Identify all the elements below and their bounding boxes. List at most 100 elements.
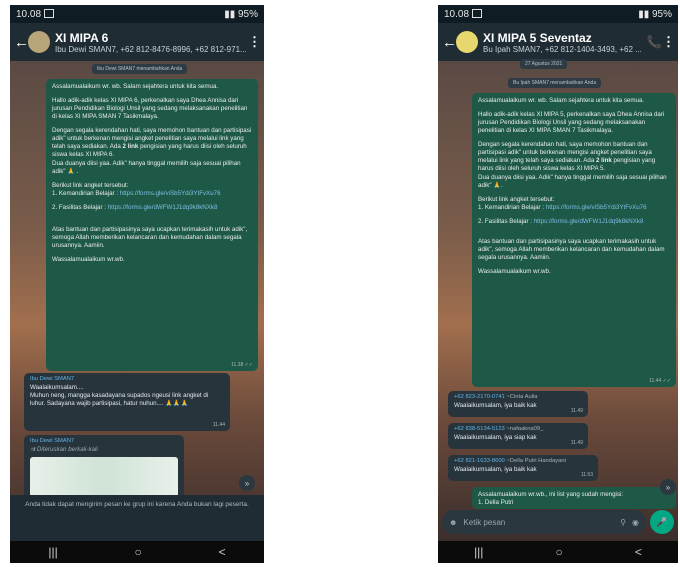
message-placeholder: Ketik pesan <box>463 517 506 527</box>
system-message: Ibu Dewi SMAN7 menambahkan Anda <box>92 64 188 74</box>
forwarded-image-preview[interactable] <box>30 456 178 497</box>
list-intro: Assalamualaikum wr.wb., ini list yang su… <box>478 491 624 498</box>
outgoing-message[interactable]: Assalamualaikum wr. wb. Salam sejahtera … <box>46 79 258 371</box>
reply-message[interactable]: +62 821-1633-8600 ~Della Putri Handayani… <box>448 455 598 481</box>
phone-screen-right: 10.08 ▮▮ 95% ← XI MIPA 5 Seventaz Bu Ipa… <box>438 5 678 563</box>
recent-apps-icon[interactable]: ||| <box>48 545 57 559</box>
chat-area[interactable]: Ibu Dewi SMAN7 menambahkan Anda Assalamu… <box>10 61 264 541</box>
group-avatar[interactable] <box>28 31 50 53</box>
signal-icon: ▮▮ <box>224 8 238 20</box>
chat-title-area[interactable]: XI MIPA 5 Seventaz Bu Ipah SMAN7, +62 81… <box>483 31 646 54</box>
more-menu-icon[interactable]: ⋮ <box>248 34 261 50</box>
reply-sender-number: +62 838-5134-5123 <box>454 426 505 432</box>
call-icon[interactable]: 📞 <box>646 35 662 49</box>
group-members: Bu Ipah SMAN7, +62 812-1404-3493, +62 ..… <box>483 44 642 54</box>
home-icon[interactable]: ○ <box>135 545 142 559</box>
msg-request-c: Dua duanya diisi yaa. Adik" hanya tingga… <box>478 173 667 189</box>
chat-header: ← XI MIPA 5 Seventaz Bu Ipah SMAN7, +62 … <box>438 23 678 61</box>
reply-message[interactable]: +62 838-5134-5123 ~nafaakna09_ Waalaikum… <box>448 423 588 449</box>
chat-area[interactable]: 27 Agustus 2021 Bu Ipah SMAN7 menambahka… <box>438 59 678 541</box>
msg-greeting: Assalamualaikum wr. wb. Salam sejahtera … <box>478 97 645 104</box>
forwarded-text: Diteruskan berkali-kali <box>36 445 98 453</box>
mic-icon[interactable]: 🎤 <box>650 510 674 534</box>
emoji-icon[interactable]: ☻ <box>449 518 457 527</box>
forwarded-message[interactable]: Ibu Dewi SMAN7 ⇉ Diteruskan berkali-kali <box>24 435 184 499</box>
sender-name: Ibu Dewi SMAN7 <box>30 376 75 382</box>
scroll-down-icon[interactable]: » <box>239 475 255 491</box>
msg-request-bold: 2 link <box>595 157 612 165</box>
link-fasilitas[interactable]: https://forms.gle/dWFW1J1dq9k8kNXk8 <box>534 218 644 225</box>
outgoing-message[interactable]: Assalamualaikum wr. wb. Salam sejahtera … <box>472 93 676 387</box>
reply-text: Waalaikumsalam, iya baik kak <box>454 465 537 473</box>
back-arrow-icon[interactable]: ← <box>14 34 29 51</box>
message-input[interactable]: ☻ Ketik pesan ⚲ ◉ <box>442 510 646 534</box>
group-avatar[interactable] <box>456 31 478 53</box>
camera-icon[interactable]: ◉ <box>632 518 639 527</box>
reply-sender-alias: ~Della Putri Handayani <box>506 458 566 464</box>
notification-icon <box>472 9 483 19</box>
status-bar: 10.08 ▮▮ 95% <box>438 5 678 23</box>
msg-closing: Wassalamualaikum wr.wb. <box>52 256 125 263</box>
recent-apps-icon[interactable]: ||| <box>474 545 483 559</box>
group-title: XI MIPA 5 Seventaz <box>483 30 592 45</box>
msg-request-c: Dua duanya diisi yaa. Adik" hanya tingga… <box>52 159 241 175</box>
back-nav-icon[interactable]: < <box>635 545 642 559</box>
home-icon[interactable]: ○ <box>556 545 563 559</box>
forward-sender: Ibu Dewi SMAN7 <box>30 438 75 444</box>
group-members: Ibu Dewi SMAN7, +62 812-8476-8996, +62 8… <box>55 44 247 54</box>
msg-link2: 2. Fasilitas Belajar : https://forms.gle… <box>52 204 252 212</box>
msg-link2: 2. Fasilitas Belajar : https://forms.gle… <box>478 218 670 226</box>
reply-sender-alias: ~Cinta Aulia <box>506 394 538 400</box>
reply-sender: +62 838-5134-5123 ~nafaakna09_ <box>454 426 582 434</box>
msg-intro: Hallo adik-adik kelas XI MIPA 5, perkena… <box>478 111 665 135</box>
removed-notice: Anda tidak dapat mengirim pesan ke grup … <box>10 495 264 541</box>
msg-intro: Hallo adik-adik kelas XI MIPA 6, perkena… <box>52 97 248 121</box>
status-time: 10.08 <box>444 8 470 20</box>
phone-screen-left: 10.08 ▮▮ 95% ← XI MIPA 6 Ibu Dewi SMAN7,… <box>10 5 264 563</box>
reply-time: 11.49 <box>570 407 583 414</box>
link-kemandirian[interactable]: https://forms.gle/viSb5Ydi3YtFvXu76 <box>120 190 221 197</box>
reply-text: Waalaikumsalam, iya baik kak <box>454 401 537 409</box>
forward-icon: ⇉ <box>30 445 37 453</box>
msg-request-bold: 2 link <box>122 143 139 151</box>
msg-links: Berikut link angket tersebut: 1. Kemandir… <box>478 196 670 212</box>
incoming-message[interactable]: Ibu Dewi SMAN7 Waalaikumsalam.... Muhun … <box>24 373 230 431</box>
reply-time: 11.53 <box>580 471 593 478</box>
more-menu-icon[interactable]: ⋮ <box>662 34 675 50</box>
attach-icon[interactable]: ⚲ <box>620 518 626 527</box>
link-kemandirian[interactable]: https://forms.gle/viSb5Ydi3YtFvXu76 <box>546 204 647 211</box>
link1-label: 1. Kemandirian Belajar : <box>478 203 546 211</box>
link2-label: 2. Fasilitas Belajar : <box>52 203 108 211</box>
reply-text: Waalaikumsalam, iya siap kak <box>454 433 537 441</box>
reply-sender-alias: ~nafaakna09_ <box>506 426 544 432</box>
signal-icon: ▮▮ <box>638 8 652 20</box>
battery-level: 95% <box>651 8 672 20</box>
battery-level: 95% <box>237 8 258 20</box>
message-input-bar: ☻ Ketik pesan ⚲ ◉ 🎤 <box>442 509 674 535</box>
msg-greeting: Assalamualaikum wr. wb. Salam sejahtera … <box>52 83 219 90</box>
msg-thanks: Atas bantuan dan partisipasinya saya uca… <box>52 225 248 249</box>
status-bar: 10.08 ▮▮ 95% <box>10 5 264 23</box>
reply-sender: +62 823-2170-0741 ~Cinta Aulia <box>454 394 582 402</box>
msg-links: Berikut link angket tersebut: 1. Kemandir… <box>52 182 252 198</box>
msg-request: Dengan segala kerendahan hati, saya memo… <box>478 141 670 189</box>
reply-sender: +62 821-1633-8600 ~Della Putri Handayani <box>454 458 592 466</box>
link-fasilitas[interactable]: https://forms.gle/dWFW1J1dq9k8kNXk8 <box>108 204 218 211</box>
scroll-down-icon[interactable]: » <box>660 479 676 495</box>
reply-greeting: Waalaikumsalam.... <box>30 383 84 391</box>
chat-title-area[interactable]: XI MIPA 6 Ibu Dewi SMAN7, +62 812-8476-8… <box>55 31 248 54</box>
reply-text: Muhun neng, mangga kasadayana supados ng… <box>30 391 209 407</box>
links-intro: Berikut link angket tersebut: <box>478 195 555 203</box>
status-time: 10.08 <box>16 8 42 20</box>
list-first-item: 1. Della Putri <box>478 499 514 507</box>
back-arrow-icon[interactable]: ← <box>442 34 457 51</box>
reply-sender-number: +62 823-2170-0741 <box>454 394 505 400</box>
back-nav-icon[interactable]: < <box>219 545 226 559</box>
msg-time: 11.38 ✓✓ <box>231 361 253 368</box>
outgoing-list-message[interactable]: Assalamualaikum wr.wb., ini list yang su… <box>472 487 676 509</box>
reply-message[interactable]: +62 823-2170-0741 ~Cinta Aulia Waalaikum… <box>448 391 588 417</box>
reply-time: 11.49 <box>570 439 583 446</box>
msg-time: 11.44 ✓✓ <box>649 377 671 384</box>
forwarded-label: ⇉ Diteruskan berkali-kali <box>30 446 178 454</box>
msg-request: Dengan segala kerendahan hati, saya memo… <box>52 127 252 175</box>
